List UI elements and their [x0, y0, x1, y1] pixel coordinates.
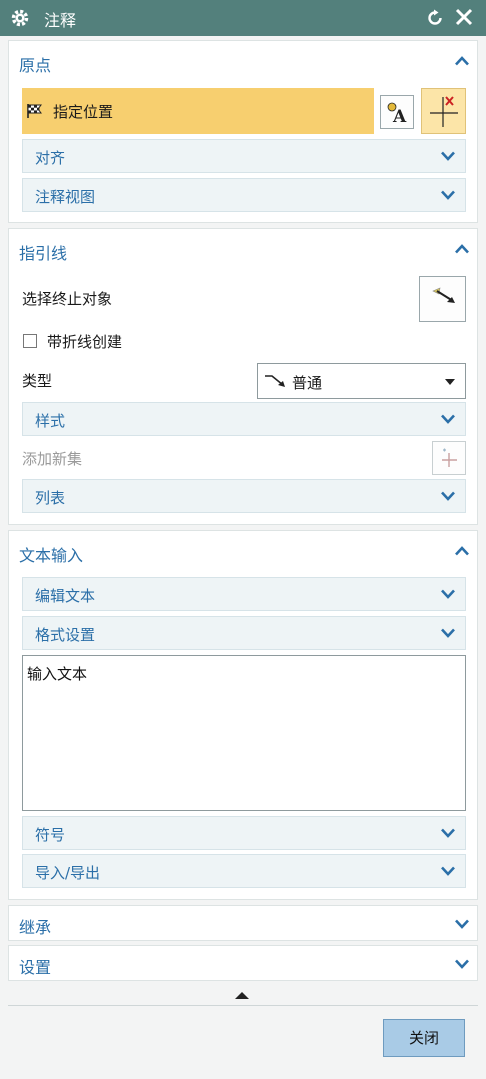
expand-icon — [441, 151, 455, 161]
expand-icon — [441, 628, 455, 638]
expand-icon — [441, 828, 455, 838]
expand-icon — [441, 589, 455, 599]
collapse-icon[interactable] — [455, 244, 469, 254]
leader-section: 指引线 选择终止对象 带折线创建 类型 普通 样式 添加新集 列表 — [8, 228, 478, 525]
select-terminating-object-button[interactable] — [419, 276, 466, 322]
crosshair-icon — [430, 96, 458, 127]
origin-section-title[interactable]: 原点 — [19, 52, 51, 76]
add-new-set-button[interactable] — [432, 441, 466, 475]
type-dropdown[interactable]: 普通 — [257, 363, 466, 399]
specify-location-label: 指定位置 — [53, 103, 114, 121]
annotation-view-subsection[interactable]: 注释视图 — [22, 178, 466, 212]
text-placement-button[interactable]: A — [380, 95, 414, 129]
inherit-section[interactable]: 继承 — [8, 905, 478, 941]
with-jog-checkbox[interactable] — [23, 334, 37, 348]
dialog-titlebar: 注释 — [0, 0, 486, 36]
text-input-section: 文本输入 编辑文本 格式设置 输入文本 符号 导入/导出 — [8, 530, 478, 900]
expand-icon — [441, 491, 455, 501]
dialog-title: 注释 — [44, 11, 77, 30]
symbols-subsection[interactable]: 符号 — [22, 816, 466, 850]
text-input-section-title[interactable]: 文本输入 — [19, 542, 83, 566]
footer-divider — [8, 1005, 478, 1006]
leader-section-title[interactable]: 指引线 — [19, 240, 67, 264]
gear-icon[interactable] — [10, 8, 30, 28]
style-subsection[interactable]: 样式 — [22, 402, 466, 436]
specify-location-row[interactable]: 指定位置 — [22, 88, 374, 134]
list-label: 列表 — [35, 489, 66, 507]
type-dropdown-value: 普通 — [292, 374, 323, 392]
type-label: 类型 — [22, 372, 53, 390]
origin-section: 原点 指定位置 A 对齐 注释视图 — [8, 40, 478, 223]
format-settings-label: 格式设置 — [35, 626, 96, 644]
add-set-icon — [442, 448, 457, 467]
collapse-icon[interactable] — [455, 56, 469, 66]
origin-tool-icon: A — [387, 102, 407, 127]
settings-section-title: 设置 — [19, 958, 52, 977]
list-subsection[interactable]: 列表 — [22, 479, 466, 513]
expand-icon — [441, 190, 455, 200]
select-object-icon — [432, 287, 455, 303]
style-label: 样式 — [35, 412, 66, 430]
close-button[interactable]: 关闭 — [383, 1019, 465, 1057]
close-icon[interactable] — [454, 7, 474, 27]
settings-section[interactable]: 设置 — [8, 945, 478, 981]
add-new-set-label: 添加新集 — [22, 450, 83, 468]
select-terminating-object-label: 选择终止对象 — [22, 290, 113, 308]
expand-icon — [441, 866, 455, 876]
checkered-flag-icon — [27, 104, 42, 118]
edit-text-subsection[interactable]: 编辑文本 — [22, 577, 466, 611]
svg-text:A: A — [392, 107, 407, 127]
expand-more-icon[interactable] — [235, 992, 249, 999]
inherit-section-title: 继承 — [19, 918, 52, 937]
expand-icon — [455, 959, 469, 969]
align-subsection[interactable]: 对齐 — [22, 139, 466, 173]
with-jog-label: 带折线创建 — [47, 333, 123, 351]
import-export-subsection[interactable]: 导入/导出 — [22, 854, 466, 888]
expand-icon — [441, 414, 455, 424]
import-export-label: 导入/导出 — [35, 864, 101, 882]
reset-icon[interactable] — [425, 8, 445, 28]
annotation-text-area[interactable]: 输入文本 — [22, 655, 466, 811]
expand-icon — [455, 919, 469, 929]
plain-leader-icon — [265, 375, 285, 387]
symbols-label: 符号 — [35, 826, 66, 844]
annotation-view-label: 注释视图 — [35, 188, 96, 206]
dropdown-arrow-icon — [445, 379, 455, 385]
align-label: 对齐 — [35, 149, 66, 167]
collapse-icon[interactable] — [455, 546, 469, 556]
point-dialog-button[interactable] — [421, 88, 466, 134]
edit-text-label: 编辑文本 — [35, 587, 96, 605]
format-settings-subsection[interactable]: 格式设置 — [22, 616, 466, 650]
